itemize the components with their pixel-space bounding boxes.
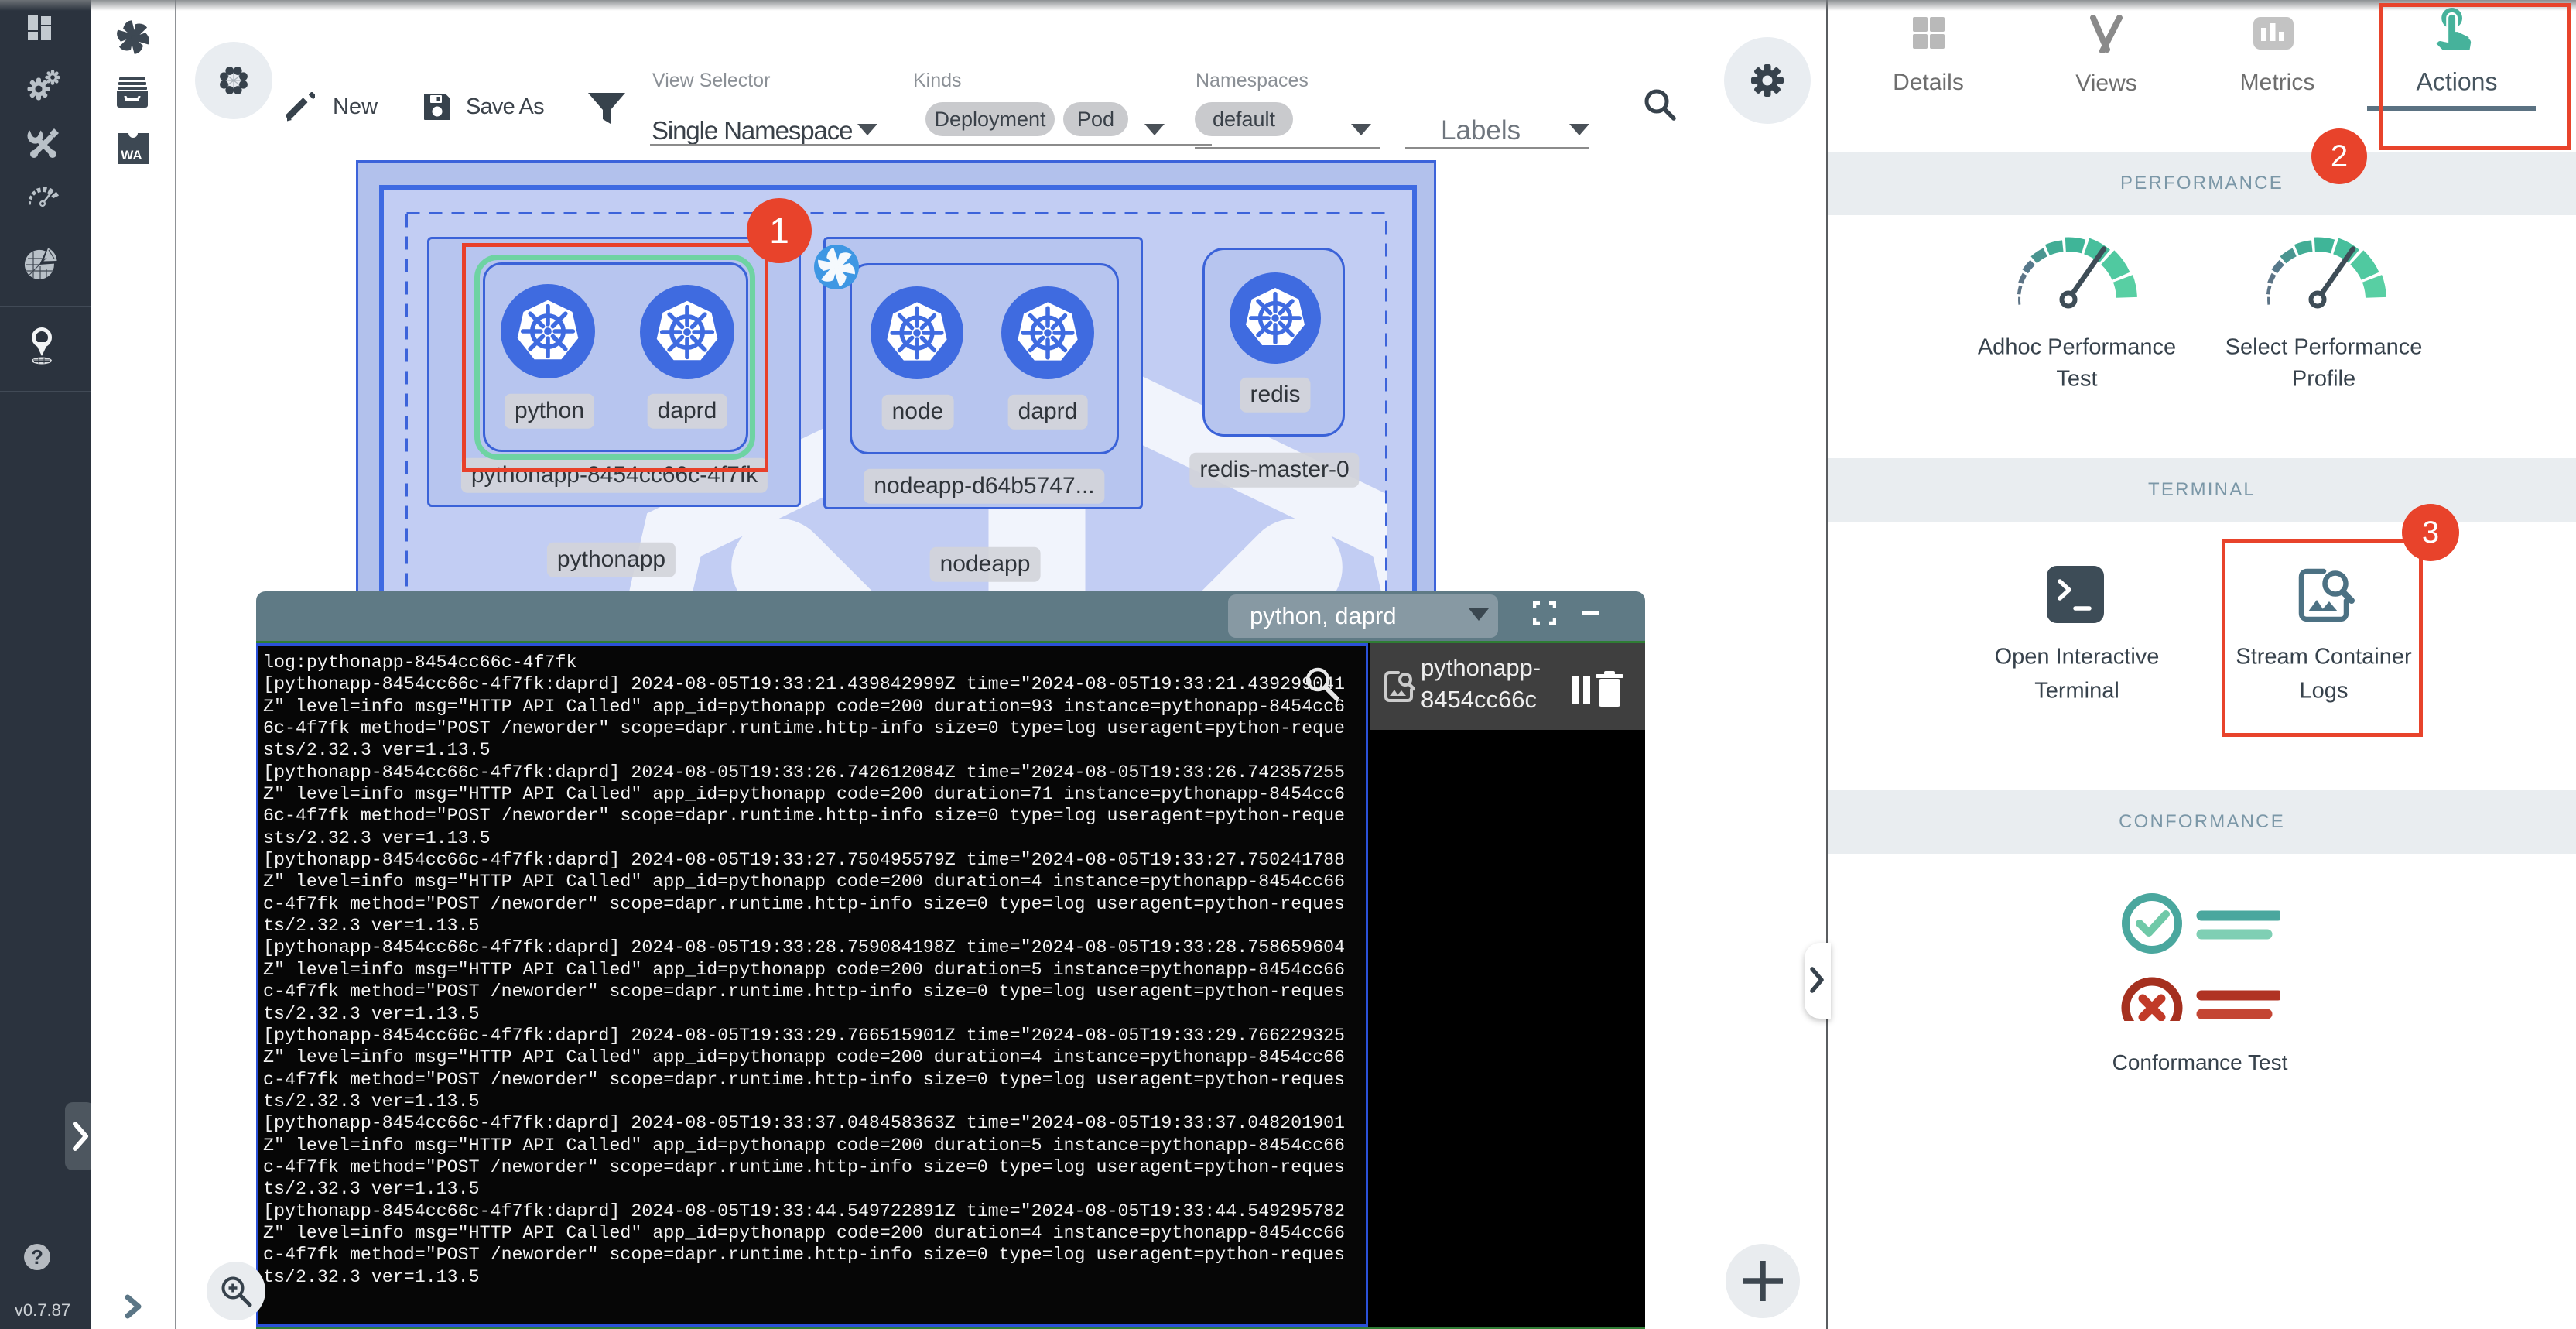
svg-text:WA: WA <box>121 148 142 163</box>
